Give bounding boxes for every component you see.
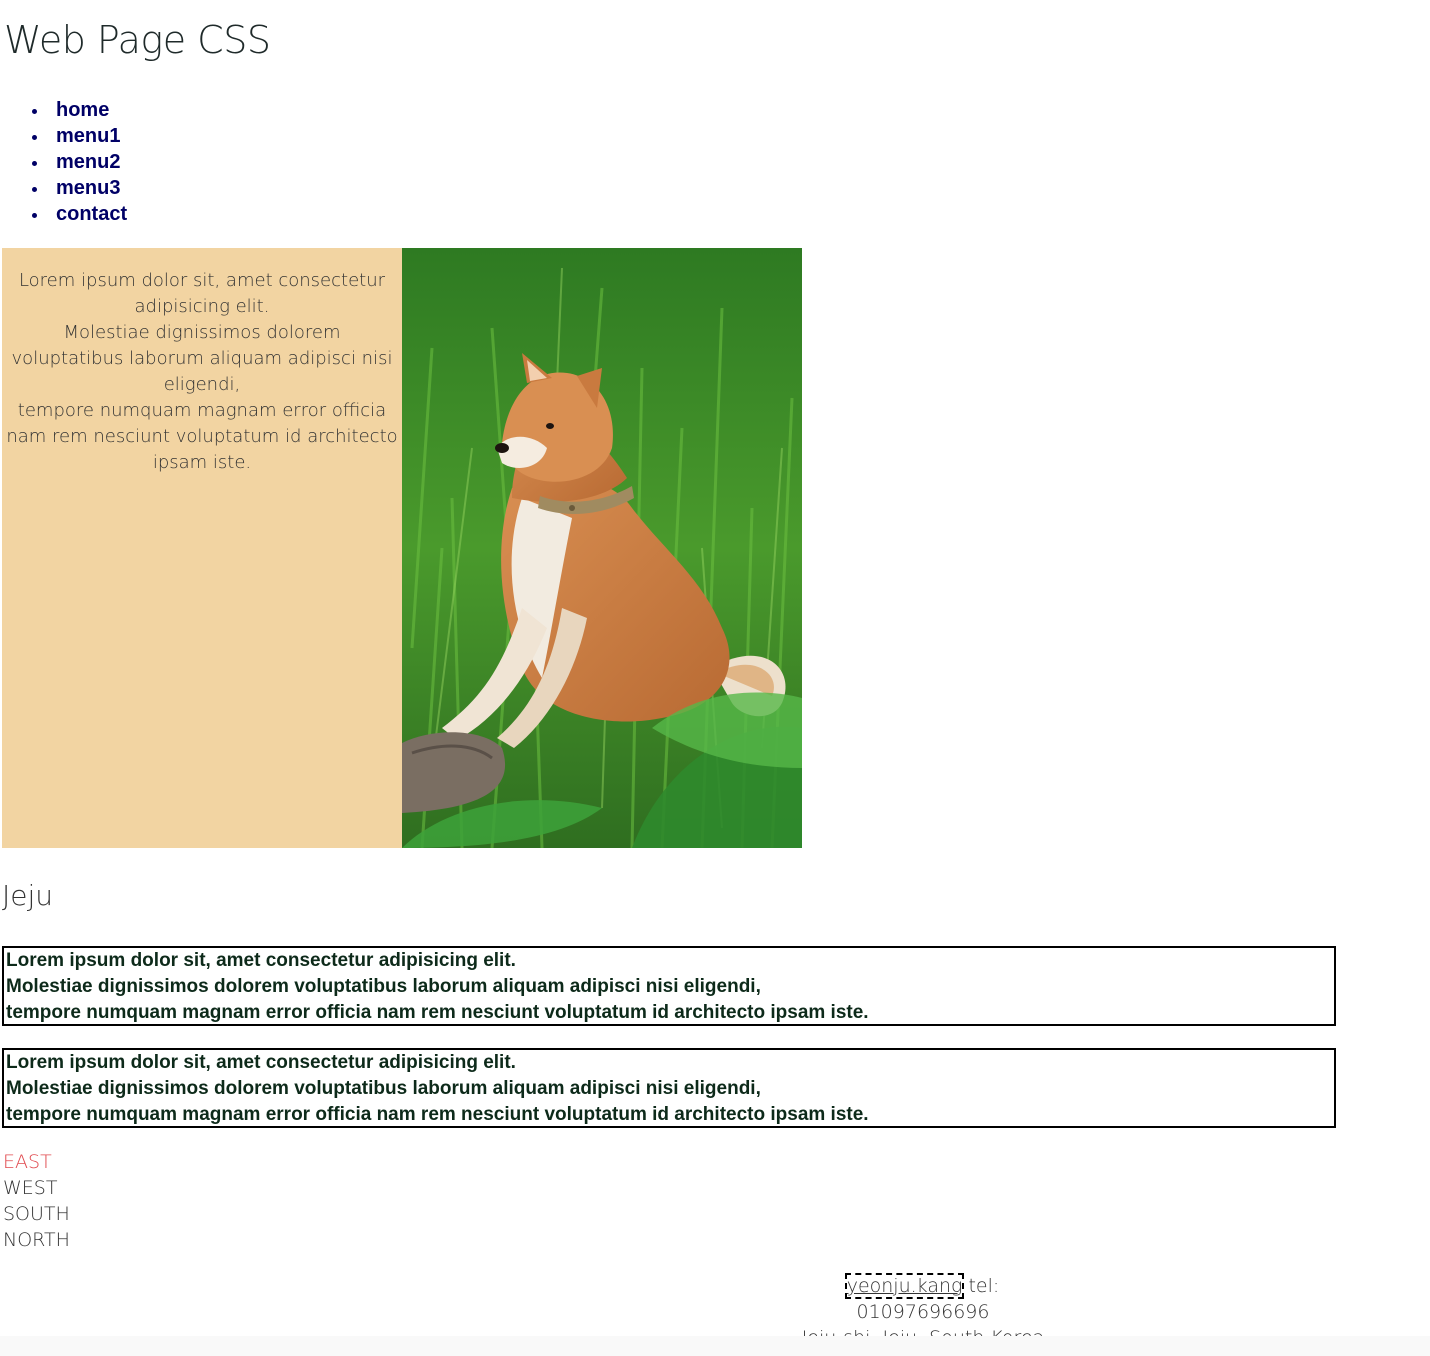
box-text-line: Molestiae dignissimos dolorem voluptatib… bbox=[6, 1078, 761, 1099]
direction-item-south[interactable]: SOUTH bbox=[3, 1201, 70, 1227]
nav-item-menu1: menu1 bbox=[32, 123, 127, 149]
bottom-strip bbox=[0, 1336, 1430, 1356]
nav-link-home[interactable]: home bbox=[56, 99, 109, 121]
box-text-line: Lorem ipsum dolor sit, amet consectetur … bbox=[6, 950, 516, 971]
nav-item-menu2: menu2 bbox=[32, 149, 127, 175]
hero-text-line: Lorem ipsum dolor sit, amet consectetur … bbox=[18, 270, 386, 317]
box-text-line: Molestiae dignissimos dolorem voluptatib… bbox=[6, 976, 761, 997]
main-nav: home menu1 menu2 menu3 contact bbox=[32, 97, 127, 227]
nav-item-contact: contact bbox=[32, 201, 127, 227]
direction-item-east[interactable]: EAST bbox=[3, 1149, 70, 1175]
bordered-text-box: Lorem ipsum dolor sit, amet consectetur … bbox=[2, 946, 1336, 1026]
direction-item-west[interactable]: WEST bbox=[3, 1175, 70, 1201]
bordered-text-box: Lorem ipsum dolor sit, amet consectetur … bbox=[2, 1048, 1336, 1128]
hero-text-line: Molestiae dignissimos dolorem voluptatib… bbox=[11, 322, 393, 395]
section-title: Jeju bbox=[2, 879, 54, 912]
nav-link-menu1[interactable]: menu1 bbox=[56, 125, 120, 147]
hero-section: Lorem ipsum dolor sit, amet consectetur … bbox=[2, 248, 802, 848]
box-text-line: tempore numquam magnam error officia nam… bbox=[6, 1104, 869, 1125]
direction-list: EAST WEST SOUTH NORTH bbox=[3, 1149, 70, 1253]
nav-link-menu3[interactable]: menu3 bbox=[56, 177, 120, 199]
hero-text-line: tempore numquam magnam error officia nam… bbox=[6, 400, 398, 473]
shiba-dog-photo bbox=[402, 248, 802, 848]
nav-link-menu2[interactable]: menu2 bbox=[56, 151, 120, 173]
author-link[interactable]: yeonju.kang bbox=[844, 1273, 965, 1299]
box-text-line: tempore numquam magnam error officia nam… bbox=[6, 1002, 869, 1023]
page-title: Web Page CSS bbox=[4, 18, 271, 62]
nav-link-contact[interactable]: contact bbox=[56, 203, 127, 225]
hero-text-box: Lorem ipsum dolor sit, amet consectetur … bbox=[2, 248, 402, 848]
direction-item-north[interactable]: NORTH bbox=[3, 1227, 70, 1253]
nav-item-home: home bbox=[32, 97, 127, 123]
box-text-line: Lorem ipsum dolor sit, amet consectetur … bbox=[6, 1052, 516, 1073]
nav-item-menu3: menu3 bbox=[32, 175, 127, 201]
